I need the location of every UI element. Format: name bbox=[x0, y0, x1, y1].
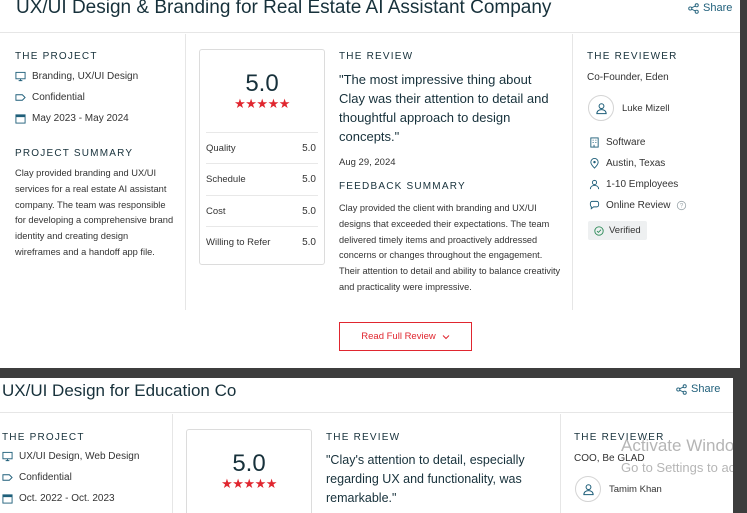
divider bbox=[206, 163, 318, 164]
page-background bbox=[740, 0, 747, 368]
review-heading: THE REVIEW bbox=[326, 432, 401, 443]
star-rating: ★★★★★ bbox=[234, 96, 290, 111]
project-summary-heading: PROJECT SUMMARY bbox=[15, 148, 134, 159]
share-icon bbox=[676, 383, 687, 395]
reviewer-role: Co-Founder, Eden bbox=[587, 72, 669, 83]
rating-label-refer: Willing to Refer bbox=[206, 237, 271, 248]
project-dates-label: Oct. 2022 - Oct. 2023 bbox=[19, 493, 115, 504]
reviewer-location-label: Austin, Texas bbox=[606, 158, 666, 169]
column-divider bbox=[560, 414, 561, 513]
calendar-icon bbox=[2, 494, 13, 504]
rating-value-quality: 5.0 bbox=[302, 143, 316, 154]
calendar-icon bbox=[15, 114, 26, 124]
rating-label-cost: Cost bbox=[206, 206, 226, 217]
project-services: Branding, UX/UI Design bbox=[15, 71, 138, 82]
location-pin-icon bbox=[590, 158, 599, 169]
project-services-label: UX/UI Design, Web Design bbox=[19, 451, 140, 462]
project-dates-label: May 2023 - May 2024 bbox=[32, 113, 129, 124]
page-background bbox=[0, 368, 747, 378]
review-card-1: UX/UI Design & Branding for Real Estate … bbox=[0, 0, 740, 368]
project-dates: Oct. 2022 - Oct. 2023 bbox=[2, 493, 115, 504]
project-budget: Confidential bbox=[15, 92, 85, 103]
project-budget-label: Confidential bbox=[32, 92, 85, 103]
avatar bbox=[575, 476, 601, 502]
overall-score: 5.0 bbox=[232, 450, 266, 477]
user-icon bbox=[582, 483, 594, 495]
user-icon bbox=[589, 179, 600, 190]
verified-badge: Verified bbox=[588, 221, 647, 240]
review-quote: "The most impressive thing about Clay wa… bbox=[339, 72, 549, 144]
reviewer-industry-label: Software bbox=[606, 137, 646, 148]
activation-watermark-subtitle: Go to Settings to activate Windows. bbox=[621, 460, 733, 475]
reviewer-location: Austin, Texas bbox=[589, 158, 665, 169]
project-services-label: Branding, UX/UI Design bbox=[32, 71, 139, 82]
share-button[interactable]: Share bbox=[676, 383, 720, 395]
review-card-header: UX/UI Design for Education Co Share bbox=[0, 378, 733, 413]
reviewer-company-size: 1-10 Employees bbox=[589, 179, 678, 190]
verified-label: Verified bbox=[609, 225, 641, 236]
share-button[interactable]: Share bbox=[688, 2, 732, 14]
read-full-review-label: Read Full Review bbox=[361, 331, 436, 342]
project-heading: THE PROJECT bbox=[15, 51, 98, 62]
price-tag-icon bbox=[2, 474, 13, 481]
review-title[interactable]: UX/UI Design for Education Co bbox=[2, 381, 236, 401]
reviewer-company-size-label: 1-10 Employees bbox=[606, 179, 679, 190]
page-background bbox=[733, 378, 747, 513]
rating-value-refer: 5.0 bbox=[302, 237, 316, 248]
reviewer-heading: THE REVIEWER bbox=[587, 51, 678, 62]
review-card-2: UX/UI Design for Education Co Share THE … bbox=[0, 378, 733, 513]
avatar bbox=[588, 95, 614, 121]
activation-watermark-title: Activate Windows bbox=[621, 436, 733, 455]
project-budget: Confidential bbox=[2, 472, 72, 483]
project-dates: May 2023 - May 2024 bbox=[15, 113, 129, 124]
reviewer-review-type: Online Review ? bbox=[589, 200, 687, 211]
divider bbox=[206, 195, 318, 196]
building-icon bbox=[590, 137, 599, 148]
project-heading: THE PROJECT bbox=[2, 432, 85, 443]
check-circle-icon bbox=[594, 225, 604, 236]
column-divider bbox=[185, 34, 186, 310]
reviewer-review-type-label: Online Review bbox=[606, 200, 671, 211]
read-full-review-button[interactable]: Read Full Review bbox=[339, 322, 472, 351]
overall-score: 5.0 bbox=[245, 70, 279, 97]
project-services: UX/UI Design, Web Design bbox=[2, 451, 139, 462]
feedback-summary-heading: FEEDBACK SUMMARY bbox=[339, 181, 466, 192]
rating-value-cost: 5.0 bbox=[302, 206, 316, 217]
reviewer-industry: Software bbox=[589, 137, 645, 148]
monitor-icon bbox=[2, 451, 13, 462]
reviewer-name: Tamim Khan bbox=[609, 484, 662, 495]
user-icon bbox=[595, 102, 607, 114]
info-icon[interactable]: ? bbox=[676, 200, 687, 211]
rating-label-quality: Quality bbox=[206, 143, 236, 154]
chat-bubble-icon bbox=[589, 200, 600, 210]
svg-text:?: ? bbox=[680, 203, 684, 210]
share-icon bbox=[688, 2, 699, 14]
column-divider bbox=[172, 414, 173, 513]
review-card-header: UX/UI Design & Branding for Real Estate … bbox=[0, 0, 740, 33]
divider bbox=[206, 132, 318, 133]
rating-value-schedule: 5.0 bbox=[302, 174, 316, 185]
feedback-summary: Clay provided the client with branding a… bbox=[339, 203, 561, 292]
chevron-down-icon bbox=[442, 334, 450, 339]
rating-box: 5.0 ★★★★★ bbox=[186, 429, 312, 513]
share-label: Share bbox=[691, 383, 721, 395]
project-budget-label: Confidential bbox=[19, 472, 72, 483]
divider bbox=[206, 226, 318, 227]
rating-box: 5.0 ★★★★★ Quality 5.0 Schedule 5.0 Cost … bbox=[199, 49, 325, 265]
share-label: Share bbox=[703, 2, 733, 14]
review-quote: "Clay's attention to detail, especially … bbox=[326, 453, 525, 505]
reviewer-name: Luke Mizell bbox=[622, 103, 670, 114]
review-heading: THE REVIEW bbox=[339, 51, 414, 62]
star-rating: ★★★★★ bbox=[221, 476, 277, 491]
review-date: Aug 29, 2024 bbox=[339, 157, 396, 168]
monitor-icon bbox=[15, 71, 26, 82]
column-divider bbox=[572, 34, 573, 310]
review-title[interactable]: UX/UI Design & Branding for Real Estate … bbox=[16, 0, 551, 19]
rating-label-schedule: Schedule bbox=[206, 174, 246, 185]
project-summary: Clay provided branding and UX/UI service… bbox=[15, 168, 174, 257]
price-tag-icon bbox=[15, 94, 26, 101]
